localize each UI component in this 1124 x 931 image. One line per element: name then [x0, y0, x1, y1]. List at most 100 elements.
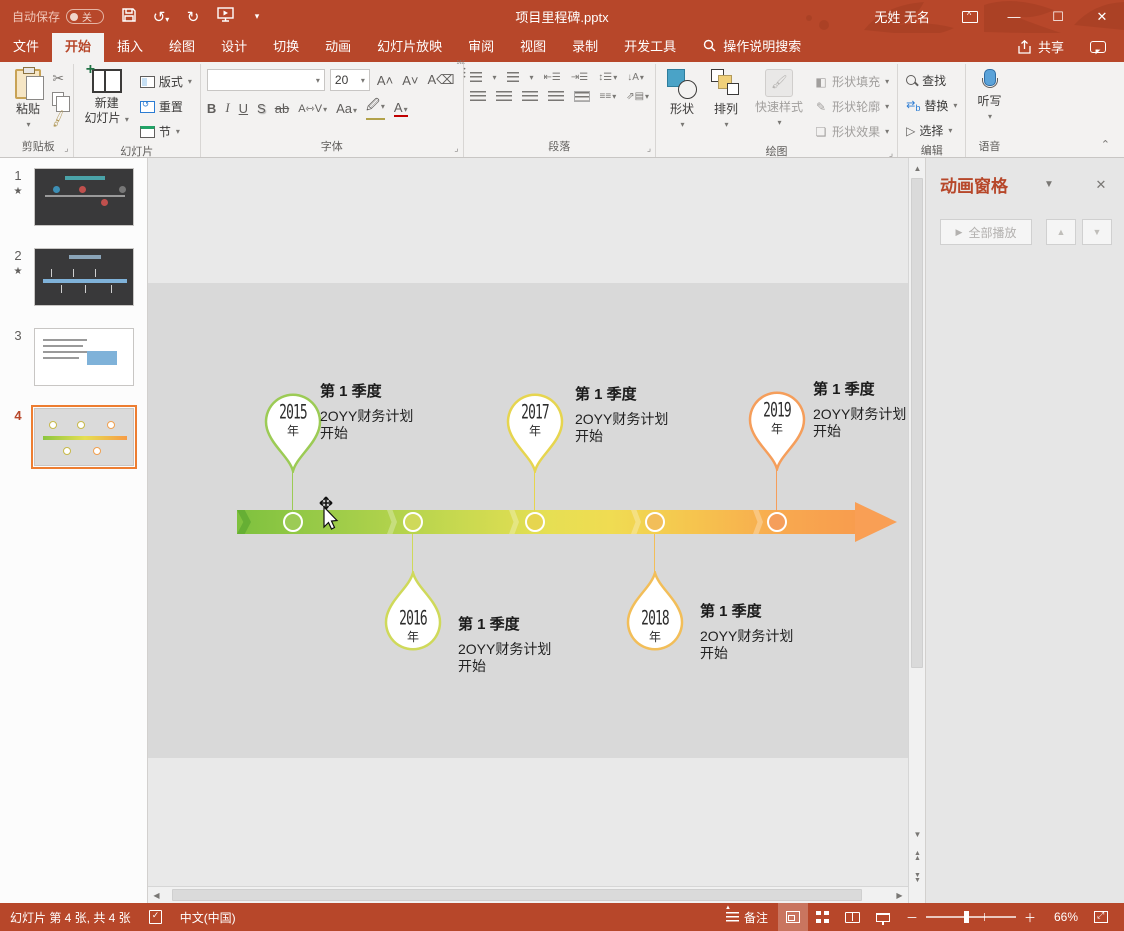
milestone-circle-2017[interactable] — [525, 512, 545, 532]
milestone-circle-2016[interactable] — [403, 512, 423, 532]
play-all-button[interactable]: ▶ 全部播放 — [940, 219, 1032, 245]
fit-to-window-button[interactable] — [1086, 903, 1116, 931]
next-slide-button[interactable]: ▼▼ — [910, 870, 925, 886]
clear-formatting-icon[interactable]: A⌫ — [425, 72, 456, 88]
character-spacing-button[interactable]: A⇿V▾ — [298, 102, 327, 115]
zoom-in-button[interactable]: ＋ — [1024, 909, 1036, 926]
scroll-right-arrow[interactable]: ▶ — [892, 888, 907, 903]
font-dialog-launcher[interactable]: ⌟ — [454, 143, 458, 154]
shape-effects-button[interactable]: ❏形状效果▾ — [812, 122, 891, 141]
tell-me-search[interactable]: 操作说明搜索 — [703, 36, 801, 62]
pane-options-caret-icon[interactable]: ▼ — [1038, 179, 1060, 190]
font-size-combo[interactable]: 20▾ — [330, 69, 370, 91]
tab-review[interactable]: 审阅 — [455, 30, 507, 62]
autosave-control[interactable]: 自动保存 关 — [12, 8, 104, 25]
pin-2016[interactable]: 2016年 — [383, 571, 443, 655]
ribbon-display-options-button[interactable] — [948, 0, 992, 33]
milestone-circle-2019[interactable] — [767, 512, 787, 532]
quick-styles-button[interactable]: 快速样式 ▾ — [750, 66, 808, 131]
comments-icon[interactable] — [1090, 41, 1106, 53]
thumbnail-slide-2[interactable]: 2 ★ — [8, 248, 147, 306]
bold-button[interactable]: B — [207, 101, 216, 116]
event-text-2019[interactable]: 第 1 季度 2OYY财务计划开始 — [813, 378, 953, 439]
tab-record[interactable]: 录制 — [559, 30, 611, 62]
font-name-combo[interactable]: ▾ — [207, 69, 325, 91]
pane-close-icon[interactable]: ✕ — [1090, 177, 1112, 193]
paste-button[interactable]: 粘贴 ▾ — [10, 66, 46, 133]
shape-outline-button[interactable]: ✎形状轮廓▾ — [812, 97, 891, 116]
shapes-button[interactable]: 形状 ▾ — [662, 66, 702, 133]
text-shadow-button[interactable]: S — [257, 101, 266, 116]
new-slide-button[interactable]: 新建幻灯片 ▾ — [80, 66, 134, 129]
event-text-2017[interactable]: 第 1 季度 2OYY财务计划开始 — [575, 383, 715, 444]
find-button[interactable]: 查找 — [904, 71, 959, 90]
horizontal-scrollbar[interactable]: ◀ ▶ — [148, 886, 908, 903]
font-color-button[interactable]: A▾ — [394, 100, 408, 117]
scroll-down-arrow[interactable]: ▼ — [910, 826, 925, 842]
maximize-button[interactable]: ☐ — [1036, 0, 1080, 33]
increase-indent-icon[interactable]: ⇥☰ — [571, 72, 588, 83]
undo-icon[interactable]: ↺▾ — [152, 8, 170, 26]
thumbnail-slide-4[interactable]: 4 — [8, 408, 147, 466]
slide-3-preview[interactable] — [34, 328, 134, 386]
horizontal-scroll-thumb[interactable] — [172, 889, 862, 901]
thumbnail-slide-3[interactable]: 3 — [8, 328, 147, 386]
justify-icon[interactable] — [548, 91, 564, 102]
start-slideshow-icon[interactable] — [216, 7, 234, 26]
slide-4-surface[interactable]: 2015年 2017年 2019年 2016年 2018年 — [148, 283, 908, 758]
slide-editing-canvas[interactable]: 2015年 2017年 2019年 2016年 2018年 — [148, 158, 908, 903]
share-button[interactable]: 共享 — [1017, 37, 1064, 56]
user-name[interactable]: 无姓 无名 — [874, 7, 930, 26]
scroll-up-arrow[interactable]: ▲ — [910, 160, 925, 176]
tab-insert[interactable]: 插入 — [104, 30, 156, 62]
tab-file[interactable]: 文件 — [0, 30, 52, 62]
notes-button[interactable]: 备注 — [716, 903, 778, 931]
tab-view[interactable]: 视图 — [507, 30, 559, 62]
qat-customize-icon[interactable]: ▾ — [248, 11, 266, 22]
event-text-2016[interactable]: 第 1 季度 2OYY财务计划开始 — [458, 613, 598, 674]
pin-2019[interactable]: 2019年 — [747, 387, 807, 471]
slide-1-preview[interactable] — [34, 168, 134, 226]
save-icon[interactable] — [120, 7, 138, 27]
timeline-arrowhead[interactable] — [855, 502, 897, 542]
tab-transitions[interactable]: 切换 — [260, 30, 312, 62]
vertical-scrollbar[interactable]: ▲ ▼ ▲▲ ▼▼ — [908, 158, 925, 903]
clipboard-dialog-launcher[interactable]: ⌟ — [64, 143, 68, 154]
align-left-icon[interactable] — [470, 91, 486, 102]
copy-icon[interactable] — [52, 92, 64, 106]
pin-2017[interactable]: 2017年 — [505, 389, 565, 473]
text-direction-icon[interactable]: ↓A▾ — [627, 72, 644, 83]
arrange-button[interactable]: 排列 ▾ — [706, 66, 746, 133]
tab-animations[interactable]: 动画 — [312, 30, 364, 62]
change-case-button[interactable]: Aa▾ — [336, 101, 357, 116]
milestone-circle-2018[interactable] — [645, 512, 665, 532]
highlight-color-button[interactable]: 🖉▾ — [366, 96, 385, 120]
decrease-indent-icon[interactable]: ⇤☰ — [544, 72, 561, 83]
previous-slide-button[interactable]: ▲▲ — [910, 848, 925, 864]
select-button[interactable]: ▷选择▾ — [904, 121, 959, 140]
tab-developer[interactable]: 开发工具 — [611, 30, 689, 62]
zoom-percentage[interactable]: 66% — [1044, 910, 1078, 924]
tab-design[interactable]: 设计 — [208, 30, 260, 62]
thumbnail-slide-1[interactable]: 1 ★ — [8, 168, 147, 226]
event-text-2018[interactable]: 第 1 季度 2OYY财务计划开始 — [700, 600, 840, 661]
tab-home[interactable]: 开始 — [52, 30, 104, 62]
shrink-font-icon[interactable]: A˅ — [400, 73, 420, 88]
event-text-2015[interactable]: 第 1 季度 2OYY财务计划开始 — [320, 380, 460, 441]
tab-draw[interactable]: 绘图 — [156, 30, 208, 62]
reading-view-button[interactable] — [838, 903, 868, 931]
columns-icon[interactable]: ≡≡▾ — [600, 91, 617, 102]
paste-dropdown-caret[interactable]: ▾ — [26, 120, 30, 130]
redo-icon[interactable]: ↻ — [184, 8, 202, 26]
dictate-button[interactable]: 听写 ▾ — [972, 66, 1006, 125]
distribute-icon[interactable] — [574, 91, 590, 102]
grow-font-icon[interactable]: A˄ — [375, 73, 395, 88]
smartart-convert-icon[interactable]: ⇗▤▾ — [626, 91, 649, 102]
paragraph-dialog-launcher[interactable]: ⌟ — [647, 143, 651, 154]
collapse-ribbon-icon[interactable]: ⌃ — [1101, 138, 1120, 157]
slide-sorter-view-button[interactable] — [808, 903, 838, 931]
zoom-slider[interactable] — [926, 916, 1016, 918]
slide-4-preview[interactable] — [34, 408, 134, 466]
slide-2-preview[interactable] — [34, 248, 134, 306]
replace-button[interactable]: ⇄b替换▾ — [904, 96, 959, 115]
